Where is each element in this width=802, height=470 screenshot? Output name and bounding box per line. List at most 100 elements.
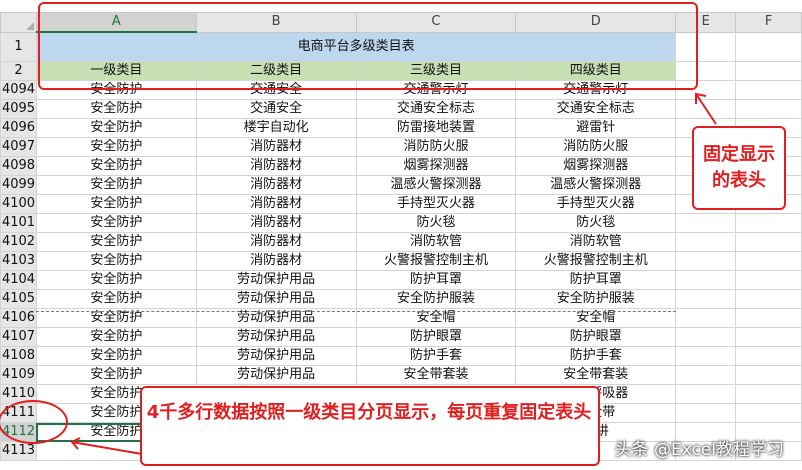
cell[interactable]: 消防器材	[195, 175, 357, 195]
cell[interactable]	[675, 346, 737, 366]
cell[interactable]: 安全防护	[35, 232, 197, 252]
cell[interactable]: 防护耳罩	[355, 270, 517, 290]
cell[interactable]: 安全防护	[35, 194, 197, 214]
row-header[interactable]: 4097	[0, 137, 37, 157]
cell[interactable]: 温感火警探测器	[515, 175, 677, 195]
cell[interactable]: 安全防护	[35, 251, 197, 271]
cell[interactable]: 火警报警控制主机	[355, 251, 517, 271]
row-header[interactable]: 4113	[0, 441, 37, 461]
cell[interactable]: 交通安全标志	[355, 99, 517, 119]
column-header-f[interactable]: F	[735, 12, 802, 33]
row-header[interactable]: 4107	[0, 327, 37, 347]
row-header[interactable]: 2	[0, 61, 37, 81]
cell[interactable]	[735, 99, 802, 119]
cell[interactable]: 劳动保护用品	[195, 346, 357, 366]
cell[interactable]: 安全防护	[35, 175, 197, 195]
cell[interactable]: 消防防火服	[515, 137, 677, 157]
row-header[interactable]: 4103	[0, 251, 37, 271]
cell[interactable]	[735, 270, 802, 290]
cell[interactable]	[735, 403, 802, 423]
cell[interactable]: 防火毯	[515, 213, 677, 233]
row-header[interactable]: 4094	[0, 80, 37, 100]
cell[interactable]	[735, 232, 802, 252]
row-header[interactable]: 4100	[0, 194, 37, 214]
cell[interactable]	[675, 213, 737, 233]
cell[interactable]: 防雷接地装置	[355, 118, 517, 138]
cell[interactable]: 手持型灭火器	[355, 194, 517, 214]
cell[interactable]	[675, 251, 737, 271]
cell[interactable]: 安全防护服装	[515, 289, 677, 309]
row-header[interactable]: 4096	[0, 118, 37, 138]
cell[interactable]: 安全带套装	[355, 365, 517, 385]
cell[interactable]	[735, 61, 802, 81]
cell[interactable]	[735, 365, 802, 385]
cell[interactable]	[735, 80, 802, 100]
cell[interactable]: 安全防护	[35, 99, 197, 119]
cell[interactable]	[675, 232, 737, 252]
cell[interactable]: 交通安全标志	[515, 99, 677, 119]
cell[interactable]: 安全防护	[35, 327, 197, 347]
cell[interactable]: 安全防护	[35, 213, 197, 233]
row-header[interactable]: 4095	[0, 99, 37, 119]
cell[interactable]	[675, 327, 737, 347]
row-header[interactable]: 4102	[0, 232, 37, 252]
cell[interactable]: 安全防护	[35, 289, 197, 309]
cell[interactable]	[675, 384, 737, 404]
row-header[interactable]: 4099	[0, 175, 37, 195]
cell[interactable]: 消防器材	[195, 194, 357, 214]
cell[interactable]: 安全防护	[35, 118, 197, 138]
cell[interactable]: 烟雾探测器	[355, 156, 517, 176]
cell[interactable]	[735, 346, 802, 366]
cell[interactable]: 劳动保护用品	[195, 270, 357, 290]
cell[interactable]: 防护手套	[355, 346, 517, 366]
cell[interactable]	[735, 213, 802, 233]
cell[interactable]: 消防防火服	[355, 137, 517, 157]
cell[interactable]: 安全带套装	[515, 365, 677, 385]
cell[interactable]: 安全防护服装	[355, 289, 517, 309]
cell[interactable]: 安全防护	[35, 137, 197, 157]
cell[interactable]	[735, 31, 802, 62]
cell[interactable]	[675, 308, 737, 328]
cell[interactable]: 安全防护	[35, 156, 197, 176]
cell[interactable]: 消防软管	[355, 232, 517, 252]
cell[interactable]: 安全防护	[35, 346, 197, 366]
row-header[interactable]: 4104	[0, 270, 37, 290]
cell[interactable]	[735, 384, 802, 404]
cell[interactable]: 安全防护	[35, 365, 197, 385]
cell[interactable]: 烟雾探测器	[515, 156, 677, 176]
cell[interactable]: 劳动保护用品	[195, 327, 357, 347]
cell[interactable]: 手持型灭火器	[515, 194, 677, 214]
cell[interactable]: 防护眼罩	[515, 327, 677, 347]
row-header[interactable]: 1	[0, 31, 37, 62]
cell[interactable]: 消防软管	[515, 232, 677, 252]
cell[interactable]	[675, 365, 737, 385]
cell[interactable]: 防护手套	[515, 346, 677, 366]
cell[interactable]: 消防器材	[195, 213, 357, 233]
cell[interactable]	[735, 308, 802, 328]
row-header[interactable]: 4108	[0, 346, 37, 366]
cell[interactable]	[735, 251, 802, 271]
cell[interactable]: 防火毯	[355, 213, 517, 233]
cell[interactable]: 消防器材	[195, 251, 357, 271]
cell[interactable]: 消防器材	[195, 137, 357, 157]
cell[interactable]: 消防器材	[195, 156, 357, 176]
cell[interactable]: 劳动保护用品	[195, 365, 357, 385]
cell[interactable]	[675, 289, 737, 309]
cell[interactable]: 火警报警控制主机	[515, 251, 677, 271]
cell[interactable]	[675, 403, 737, 423]
row-header[interactable]: 4106	[0, 308, 37, 328]
cell[interactable]: 消防器材	[195, 232, 357, 252]
cell[interactable]: 安全防护	[35, 270, 197, 290]
cell[interactable]: 劳动保护用品	[195, 289, 357, 309]
row-header[interactable]: 4105	[0, 289, 37, 309]
cell[interactable]	[735, 289, 802, 309]
cell[interactable]: 楼宇自动化	[195, 118, 357, 138]
cell[interactable]: 防护眼罩	[355, 327, 517, 347]
row-header[interactable]: 4109	[0, 365, 37, 385]
cell[interactable]: 防护耳罩	[515, 270, 677, 290]
cell[interactable]: 避雷针	[515, 118, 677, 138]
row-header[interactable]: 4098	[0, 156, 37, 176]
cell[interactable]	[675, 270, 737, 290]
cell[interactable]: 交通安全	[195, 99, 357, 119]
cell[interactable]: 温感火警探测器	[355, 175, 517, 195]
